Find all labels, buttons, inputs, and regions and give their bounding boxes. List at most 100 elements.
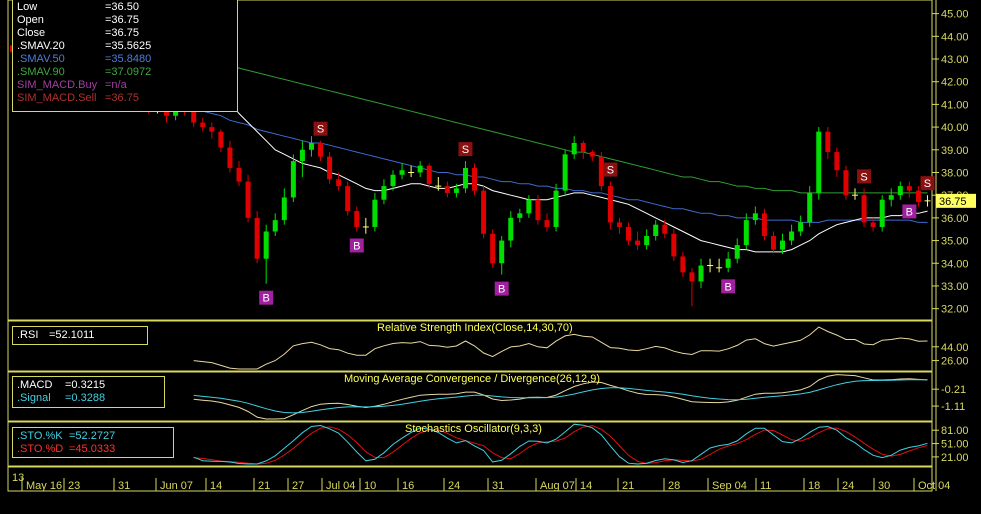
candle-body bbox=[218, 131, 224, 148]
legend-label: .SMAV.90 bbox=[17, 66, 65, 78]
candle-body bbox=[807, 192, 813, 223]
sto-d-label: .STO.%D bbox=[17, 443, 64, 455]
x-tick-label: 27 bbox=[292, 480, 304, 492]
candle-body bbox=[299, 149, 305, 162]
x-tick-label: 14 bbox=[580, 480, 592, 492]
candle-body bbox=[327, 156, 333, 180]
candle-body bbox=[381, 186, 387, 200]
x-axis-year-label: 13 bbox=[12, 472, 24, 484]
candle-body bbox=[191, 111, 197, 123]
candle-body bbox=[227, 147, 233, 168]
legend-value: =n/a bbox=[105, 79, 127, 91]
rsi-label: .RSI bbox=[17, 329, 39, 341]
candle-body bbox=[653, 224, 659, 237]
candle-body bbox=[390, 174, 396, 187]
candle-body bbox=[897, 186, 903, 196]
candle-body bbox=[906, 186, 912, 191]
candle-body bbox=[236, 167, 242, 182]
legend-label: .SMAV.50 bbox=[17, 53, 65, 65]
candle-body bbox=[200, 122, 206, 128]
price-tick-label: 38.00 bbox=[941, 167, 969, 179]
rsi-title: Relative Strength Index(Close,14,30,70) bbox=[377, 322, 573, 334]
legend-value: =35.8480 bbox=[105, 53, 152, 65]
candle-body bbox=[209, 127, 215, 132]
candle-body bbox=[336, 179, 342, 187]
candle-body bbox=[417, 165, 423, 173]
price-tick-label: 39.00 bbox=[941, 145, 969, 157]
legend-label: SIM_MACD.Sell bbox=[17, 92, 97, 104]
price-tick-label: 35.00 bbox=[941, 236, 969, 248]
price-tick-label: 40.00 bbox=[941, 122, 969, 134]
candle-body bbox=[662, 224, 668, 234]
candle-body bbox=[345, 186, 351, 212]
candle-body bbox=[598, 156, 604, 187]
candle-body bbox=[698, 265, 704, 282]
candle-body bbox=[508, 217, 514, 241]
last-price-label: 36.75 bbox=[939, 196, 967, 208]
candle-body bbox=[490, 233, 496, 264]
x-tick-label: 31 bbox=[492, 480, 504, 492]
legend-value: =36.75 bbox=[105, 92, 139, 104]
sto-tick-label: 51.00 bbox=[941, 439, 969, 451]
legend-value: =36.50 bbox=[105, 1, 139, 13]
buy-signal-label: B bbox=[353, 240, 360, 252]
x-tick-label: Oct 04 bbox=[918, 480, 950, 492]
candle-body bbox=[816, 131, 822, 193]
sell-signal-label: S bbox=[462, 144, 469, 156]
candle-body bbox=[517, 213, 523, 218]
candle-body bbox=[263, 231, 269, 259]
candle-body bbox=[272, 220, 278, 232]
x-tick-label: 31 bbox=[118, 480, 130, 492]
price-tick-label: 36.00 bbox=[941, 213, 969, 225]
candle-body bbox=[245, 181, 251, 218]
signal-value: =0.3288 bbox=[65, 392, 106, 404]
candle-body bbox=[761, 213, 767, 237]
candle-body bbox=[644, 236, 650, 246]
candle-body bbox=[535, 199, 541, 221]
rsi-tick-label: 26.00 bbox=[941, 356, 969, 368]
x-tick-label: 10 bbox=[364, 480, 376, 492]
legend-value: =36.75 bbox=[105, 14, 139, 26]
legend-label: SIM_MACD.Buy bbox=[17, 79, 98, 91]
sto-d-value: =45.0333 bbox=[69, 443, 116, 455]
price-tick-label: 34.00 bbox=[941, 258, 969, 270]
price-tick-label: 44.00 bbox=[941, 31, 969, 43]
candle-body bbox=[635, 240, 641, 246]
x-tick-label: May 16 bbox=[26, 480, 62, 492]
x-tick-label: Aug 07 bbox=[540, 480, 575, 492]
candle-body bbox=[580, 142, 586, 153]
candle-body bbox=[888, 195, 894, 200]
candle-body bbox=[789, 231, 795, 241]
candle-body bbox=[308, 142, 314, 150]
x-tick-label: 14 bbox=[210, 480, 222, 492]
x-tick-label: 18 bbox=[808, 480, 820, 492]
legend-label: Low bbox=[17, 1, 38, 13]
candle-body bbox=[680, 256, 686, 273]
sto-k-value: =52.2727 bbox=[69, 430, 116, 442]
buy-signal-label: B bbox=[263, 293, 270, 305]
candle-body bbox=[290, 161, 296, 198]
x-tick-label: 24 bbox=[842, 480, 854, 492]
sell-signal-label: S bbox=[607, 165, 614, 177]
candle-body bbox=[607, 186, 613, 223]
candle-body bbox=[626, 226, 632, 241]
candle-body bbox=[544, 220, 550, 227]
candle-body bbox=[743, 220, 749, 246]
price-legend: Low =36.50 Open =36.75 Close =36.75 .SMAV.20 =3… bbox=[12, 0, 238, 112]
price-tick-label: 45.00 bbox=[941, 9, 969, 21]
macd-title: Moving Average Convergence / Divergence(… bbox=[344, 373, 601, 385]
sell-signal-label: S bbox=[860, 171, 867, 183]
price-tick-label: 42.00 bbox=[941, 77, 969, 89]
price-tick-label: 33.00 bbox=[941, 281, 969, 293]
candle-body bbox=[318, 142, 324, 157]
x-tick-label: 23 bbox=[68, 480, 80, 492]
candle-body bbox=[734, 245, 740, 259]
price-tick-label: 32.00 bbox=[941, 304, 969, 316]
candle-body bbox=[354, 211, 360, 227]
x-tick-label: 11 bbox=[760, 480, 771, 492]
legend-label: .SMAV.20 bbox=[17, 40, 65, 52]
legend-value: =37.0972 bbox=[105, 66, 152, 78]
candle-body bbox=[372, 199, 378, 227]
candle-body bbox=[861, 195, 867, 223]
candle-body bbox=[254, 217, 260, 259]
